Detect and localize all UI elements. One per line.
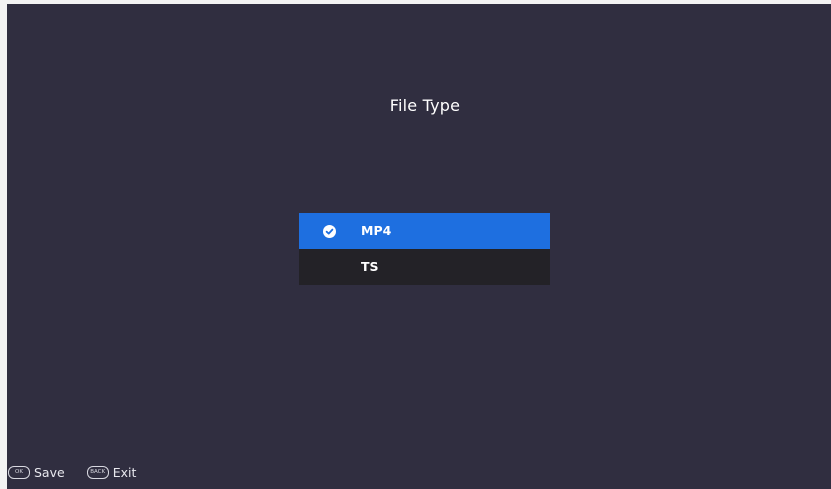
option-mp4[interactable]: MP4	[299, 213, 550, 249]
page-title: File Type	[389, 96, 461, 115]
checkmark-icon	[323, 225, 336, 238]
left-edge	[0, 0, 7, 489]
exit-hint[interactable]: BACK Exit	[86, 465, 137, 480]
option-label: MP4	[361, 223, 392, 238]
option-label: TS	[361, 259, 379, 274]
file-type-screen: File Type MP4 TS OK Save BACK Exit	[0, 0, 831, 489]
ok-key-icon: OK	[8, 466, 30, 479]
file-type-options: MP4 TS	[299, 213, 550, 285]
back-key-icon: BACK	[86, 466, 109, 479]
top-edge	[0, 0, 831, 4]
save-label: Save	[34, 465, 65, 480]
save-hint[interactable]: OK Save	[8, 465, 65, 480]
option-ts[interactable]: TS	[299, 249, 550, 285]
footer-hints: OK Save BACK Exit	[8, 465, 158, 480]
exit-label: Exit	[112, 465, 137, 480]
